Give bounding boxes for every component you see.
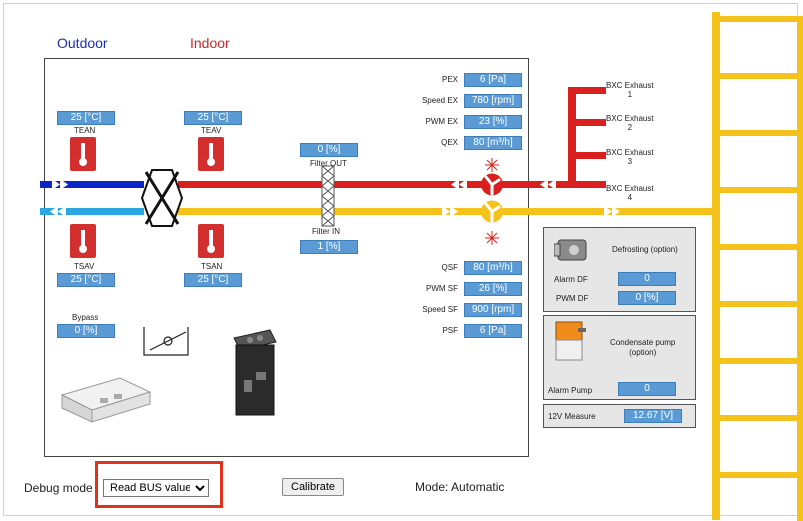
measure-panel: 12V Measure 12.67 [V] — [543, 404, 696, 428]
extract-arrow-icon — [50, 206, 58, 217]
bxc-exhaust-4: BXC Exhaust 4 — [606, 184, 654, 202]
qsf-value: 80 [m³/h] — [464, 261, 522, 275]
bxc-exhaust-3: BXC Exhaust 3 — [606, 148, 654, 166]
speed-sf-label: Speed SF — [422, 305, 458, 314]
pex-label: PEX — [441, 75, 458, 84]
defrost-heater-image — [554, 239, 587, 261]
exhaust-duct — [178, 181, 598, 188]
bxc-branch-1 — [568, 87, 606, 94]
tsan-thermometer-icon — [198, 224, 224, 258]
bxc-exhaust-1: BXC Exhaust 1 — [606, 81, 654, 99]
supply-arrow-icon — [442, 206, 450, 217]
alarm-df-value: 0 — [618, 272, 676, 286]
teav-thermometer-icon — [198, 137, 224, 171]
filter-in-label: Filter IN — [312, 227, 340, 236]
exhaust-heater-icon — [485, 158, 499, 172]
debug-mode-label: Debug mode — [24, 481, 93, 495]
alarm-df-label: Alarm DF — [554, 275, 588, 284]
mode-status: Mode: Automatic — [415, 480, 505, 494]
speed-sf-value: 900 [rpm] — [464, 303, 522, 317]
qex-label: QEX — [441, 138, 458, 147]
qex-value: 80 [m³/h] — [464, 136, 522, 150]
extract-arrow-icon-2 — [58, 206, 66, 217]
tsan-label: TSAN — [201, 262, 223, 271]
psf-label: PSF — [442, 326, 458, 335]
exhaust-riser — [568, 87, 576, 188]
tean-label: TEAN — [74, 126, 96, 135]
bypass-value: 0 [%] — [57, 324, 115, 338]
intake-arrow-icon-2 — [60, 179, 68, 190]
alarm-pump-label: Alarm Pump — [548, 386, 593, 395]
pwm-ex-value: 23 [%] — [464, 115, 522, 129]
bxc-branch-4 — [568, 181, 606, 188]
supply-manifold-branches — [719, 16, 803, 521]
supply-arrow-icon-4 — [612, 206, 620, 217]
tsav-value: 25 [°C] — [57, 273, 115, 287]
teav-label: TEAV — [201, 126, 222, 135]
pwm-sf-label: PWM SF — [426, 284, 458, 293]
pex-value: 6 [Pa] — [464, 73, 522, 87]
condensate-pump-image — [555, 321, 586, 361]
tean-value: 25 [°C] — [57, 111, 115, 125]
exhaust-arrow-icon-3 — [540, 179, 548, 190]
qsf-label: QSF — [441, 263, 458, 272]
filter-in-value: 1 [%] — [300, 240, 358, 254]
supply-arrow-icon-3 — [604, 206, 612, 217]
bxc-branch-2 — [568, 119, 606, 126]
measure-value: 12.67 [V] — [624, 409, 682, 423]
tsav-thermometer-icon — [70, 224, 96, 258]
tsan-value: 25 [°C] — [184, 273, 242, 287]
speed-ex-value: 780 [rpm] — [464, 94, 522, 108]
pwm-ex-label: PWM EX — [425, 117, 458, 126]
exhaust-arrow-icon-4 — [548, 179, 556, 190]
tsav-label: TSAV — [74, 262, 95, 271]
intake-arrow-icon — [52, 179, 60, 190]
ventilation-unit-image — [60, 377, 152, 423]
condensate-title: Condensate pump (option) — [610, 338, 676, 357]
filter-out-label: Filter OUT — [310, 159, 347, 168]
condensate-panel: Condensate pump (option) Alarm Pump 0 — [543, 315, 696, 400]
pwm-sf-value: 26 [%] — [464, 282, 522, 296]
exhaust-arrow-icon — [451, 179, 459, 190]
calibrate-button[interactable]: Calibrate — [282, 478, 345, 496]
defrost-title: Defrosting (option) — [612, 245, 678, 254]
tean-thermometer-icon — [70, 137, 96, 171]
bypass-label: Bypass — [72, 313, 99, 322]
pwm-df-value: 0 [%] — [618, 291, 676, 305]
measure-label: 12V Measure — [548, 412, 596, 421]
supply-heater-icon — [485, 231, 499, 245]
pwm-df-label: PWM DF — [556, 294, 589, 303]
exhaust-arrow-icon-2 — [459, 179, 467, 190]
bypass-damper-icon — [143, 327, 189, 356]
defrosting-panel: Defrosting (option) Alarm DF 0 PWM DF 0 … — [543, 227, 696, 312]
debug-mode-select[interactable]: Read BUS values — [103, 479, 209, 497]
bxc-exhaust-2: BXC Exhaust 2 — [606, 114, 654, 132]
supply-arrow-icon-2 — [450, 206, 458, 217]
controller-device-image — [233, 329, 277, 416]
alarm-pump-value: 0 — [618, 382, 676, 396]
speed-ex-label: Speed EX — [421, 96, 458, 105]
psf-value: 6 [Pa] — [464, 324, 522, 338]
filter-out-value: 0 [%] — [300, 143, 358, 157]
bxc-branch-3 — [568, 152, 606, 159]
teav-value: 25 [°C] — [184, 111, 242, 125]
